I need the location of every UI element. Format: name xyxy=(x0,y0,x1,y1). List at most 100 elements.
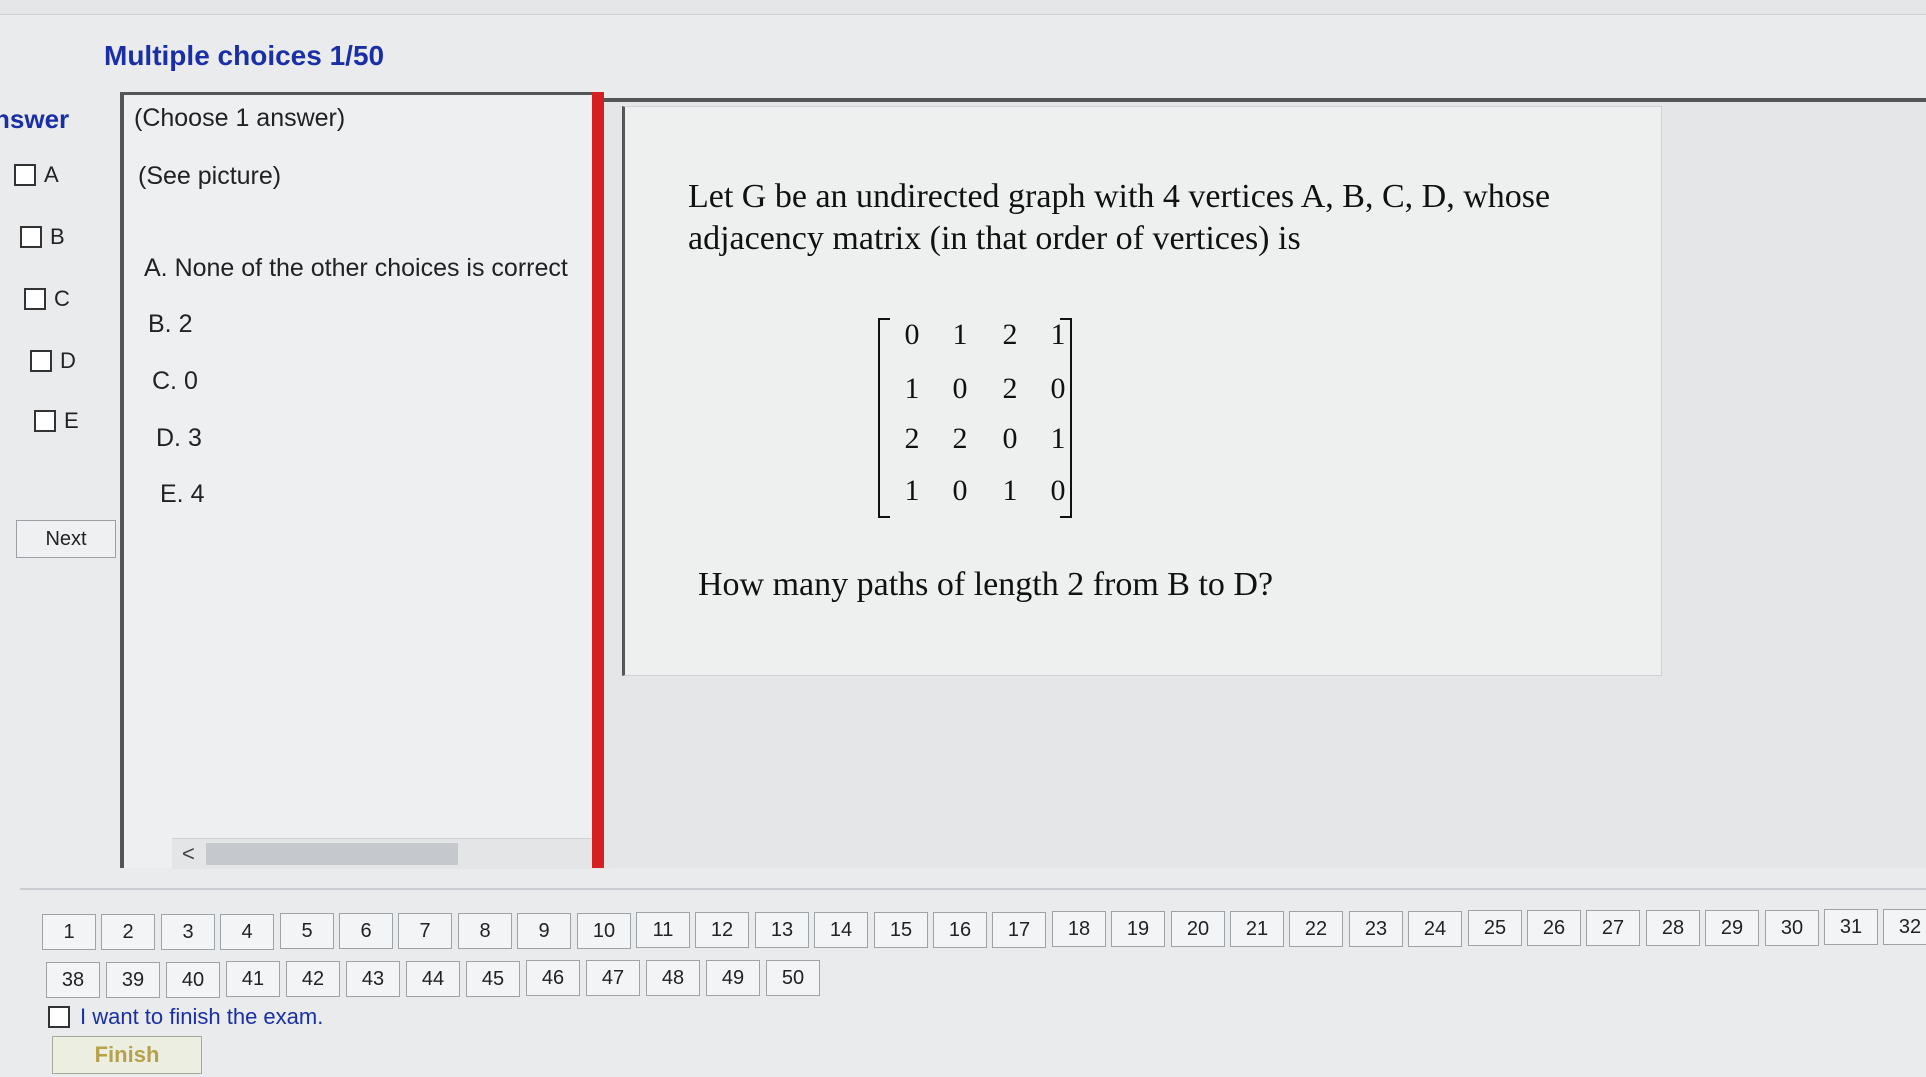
question-nav-button[interactable]: 38 xyxy=(46,962,100,998)
question-nav-button[interactable]: 44 xyxy=(406,961,460,997)
see-picture-text: (See picture) xyxy=(138,162,282,190)
question-nav-button[interactable]: 25 xyxy=(1468,910,1522,946)
matrix-cell: 1 xyxy=(1050,422,1066,455)
question-nav-button[interactable]: 47 xyxy=(586,960,640,996)
page-title: Multiple choices 1/50 xyxy=(104,40,385,71)
answer-option-b[interactable]: B xyxy=(20,224,65,250)
question-nav-button[interactable]: 27 xyxy=(1586,910,1640,946)
matrix-cell: 1 xyxy=(952,318,968,351)
horizontal-scrollbar[interactable]: < > xyxy=(172,838,610,869)
answer-option-e[interactable]: E xyxy=(34,408,79,434)
question-nav-button[interactable]: 29 xyxy=(1705,910,1759,946)
matrix-cell: 0 xyxy=(952,474,968,507)
question-nav-button[interactable]: 9 xyxy=(517,913,571,949)
scroll-left-icon[interactable]: < xyxy=(182,839,195,869)
question-nav-button[interactable]: 41 xyxy=(226,961,280,997)
question-nav-button[interactable]: 18 xyxy=(1052,911,1106,947)
choice-d-text: D. 3 xyxy=(156,424,202,452)
answer-option-d[interactable]: D xyxy=(30,348,76,374)
question-nav-button[interactable]: 7 xyxy=(398,913,452,949)
next-button[interactable]: Next xyxy=(16,520,116,558)
choice-c-text: C. 0 xyxy=(152,367,198,395)
question-line-2: adjacency matrix (in that order of verti… xyxy=(688,220,1301,257)
panel-divider xyxy=(592,92,604,868)
checkbox-b[interactable] xyxy=(20,226,42,248)
checkbox-a[interactable] xyxy=(14,164,36,186)
question-nav-button[interactable]: 49 xyxy=(706,960,760,996)
question-nav-button[interactable]: 20 xyxy=(1171,911,1225,947)
question-nav-button[interactable]: 12 xyxy=(695,912,749,948)
question-nav-button[interactable]: 43 xyxy=(346,961,400,997)
question-nav-button[interactable]: 30 xyxy=(1765,910,1819,946)
matrix-cell: 0 xyxy=(1002,422,1018,455)
adjacency-matrix: 0121102022011010 xyxy=(878,318,1072,518)
question-nav-button[interactable]: 19 xyxy=(1111,911,1165,947)
answer-option-label: B xyxy=(50,224,65,249)
top-bar xyxy=(0,0,1926,15)
separator xyxy=(20,888,1926,890)
matrix-left-bracket xyxy=(878,318,890,518)
answer-option-label: C xyxy=(54,286,70,311)
scroll-thumb[interactable] xyxy=(206,843,458,865)
question-nav-button[interactable]: 48 xyxy=(646,960,700,996)
question-nav-button[interactable]: 1 xyxy=(42,914,96,950)
matrix-cell: 2 xyxy=(1002,318,1018,351)
matrix-cell: 1 xyxy=(1002,474,1018,507)
answer-option-label: E xyxy=(64,408,79,433)
matrix-cell: 0 xyxy=(952,372,968,405)
question-nav-button[interactable]: 24 xyxy=(1408,911,1462,947)
question-nav-button[interactable]: 22 xyxy=(1289,911,1343,947)
matrix-cell: 1 xyxy=(904,372,920,405)
question-nav-button[interactable]: 21 xyxy=(1230,911,1284,947)
question-nav-button[interactable]: 17 xyxy=(992,912,1046,948)
question-nav-button[interactable]: 23 xyxy=(1349,911,1403,947)
finish-exam-checkbox[interactable] xyxy=(48,1006,70,1028)
question-nav-button[interactable]: 13 xyxy=(755,912,809,948)
question-nav-button[interactable]: 3 xyxy=(161,914,215,950)
question-nav-button[interactable]: 45 xyxy=(466,961,520,997)
question-nav-button[interactable]: 2 xyxy=(101,914,155,950)
question-nav-button[interactable]: 28 xyxy=(1646,910,1700,946)
choice-a-text: A. None of the other choices is correct xyxy=(144,254,568,282)
question-nav-button[interactable]: 5 xyxy=(280,913,334,949)
matrix-cell: 0 xyxy=(1050,372,1066,405)
question-line-1: Let G be an undirected graph with 4 vert… xyxy=(688,178,1551,215)
matrix-cell: 1 xyxy=(904,474,920,507)
finish-exam-label: I want to finish the exam. xyxy=(80,1004,324,1029)
question-nav-button[interactable]: 16 xyxy=(933,912,987,948)
question-nav-button[interactable]: 10 xyxy=(577,913,631,949)
instruction-text: (Choose 1 answer) xyxy=(134,104,346,132)
question-nav-button[interactable]: 8 xyxy=(458,913,512,949)
question-nav-button[interactable]: 6 xyxy=(339,913,393,949)
answer-option-a[interactable]: A xyxy=(14,162,59,188)
question-nav-button[interactable]: 50 xyxy=(766,960,820,996)
answer-option-label: A xyxy=(44,162,59,187)
finish-exam-checkbox-row[interactable]: I want to finish the exam. xyxy=(48,1004,323,1030)
question-nav-button[interactable]: 46 xyxy=(526,960,580,996)
answer-option-label: D xyxy=(60,348,76,373)
checkbox-c[interactable] xyxy=(24,288,46,310)
matrix-cell: 0 xyxy=(904,318,920,351)
question-nav-button[interactable]: 14 xyxy=(814,912,868,948)
matrix-cell: 1 xyxy=(1050,318,1066,351)
question-nav-button[interactable]: 42 xyxy=(286,961,340,997)
question-prompt: How many paths of length 2 from B to D? xyxy=(698,566,1274,603)
finish-button[interactable]: Finish xyxy=(52,1036,202,1074)
question-nav-button[interactable]: 26 xyxy=(1527,910,1581,946)
question-nav-button[interactable]: 4 xyxy=(220,914,274,950)
question-nav-button[interactable]: 39 xyxy=(106,962,160,998)
question-nav-button[interactable]: 31 xyxy=(1824,909,1878,945)
matrix-cell: 0 xyxy=(1050,474,1066,507)
checkbox-d[interactable] xyxy=(30,350,52,372)
matrix-cell: 2 xyxy=(904,422,920,455)
question-nav-button[interactable]: 11 xyxy=(636,912,690,948)
checkbox-e[interactable] xyxy=(34,410,56,432)
question-nav-button[interactable]: 32 xyxy=(1883,909,1926,945)
matrix-cell: 2 xyxy=(1002,372,1018,405)
choice-b-text: B. 2 xyxy=(148,310,193,338)
question-statement: Let G be an undirected graph with 4 vert… xyxy=(688,176,1608,260)
question-nav-button[interactable]: 15 xyxy=(874,912,928,948)
choice-e-text: E. 4 xyxy=(160,480,205,508)
answer-option-c[interactable]: C xyxy=(24,286,70,312)
question-nav-button[interactable]: 40 xyxy=(166,962,220,998)
